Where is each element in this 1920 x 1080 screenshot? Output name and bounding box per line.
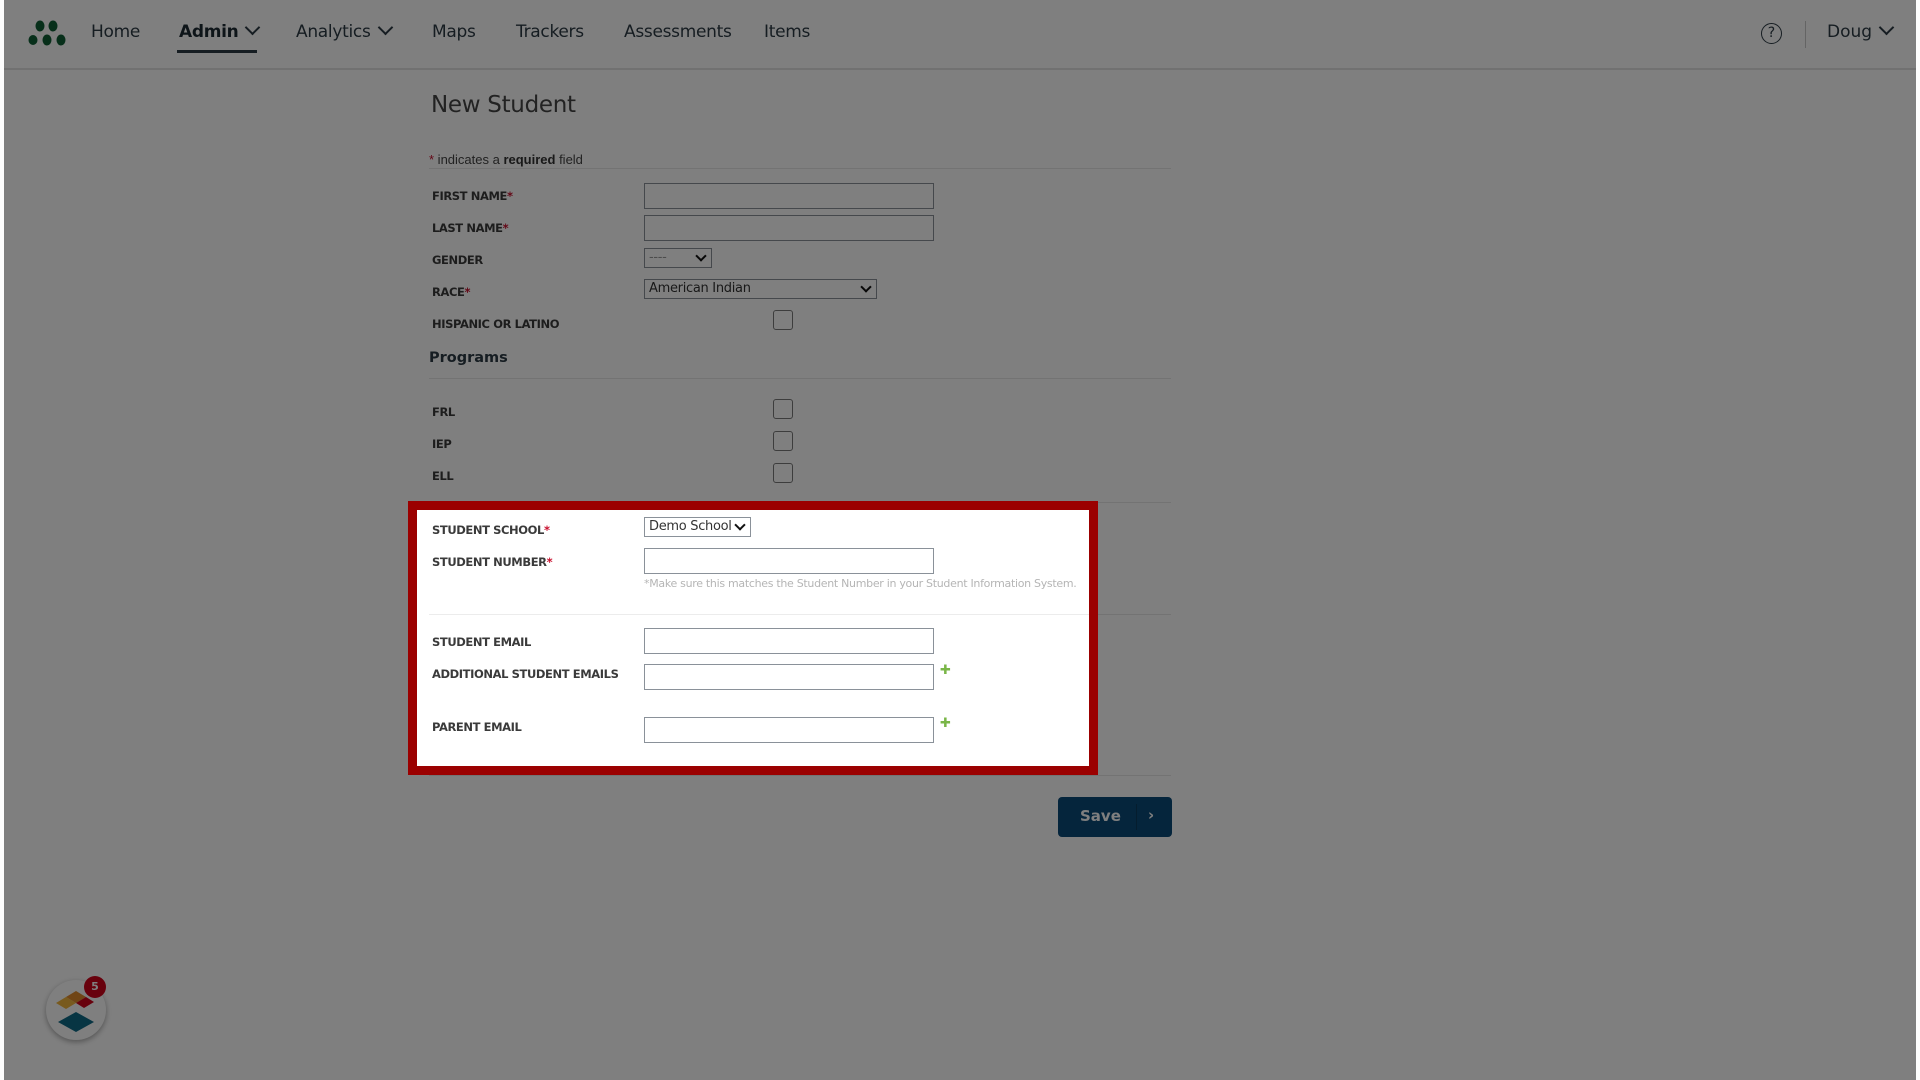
chevron-down-icon	[734, 519, 746, 531]
program-iep-checkbox[interactable]	[773, 431, 793, 451]
save-label: Save	[1080, 807, 1121, 825]
help-icon[interactable]: ?	[1761, 23, 1782, 44]
student-number-label: STUDENT NUMBER*	[432, 555, 553, 569]
nav-divider	[1805, 21, 1806, 48]
nav-admin[interactable]: Admin	[179, 19, 261, 42]
window-edge-right	[1916, 0, 1920, 1080]
chevron-down-icon	[860, 281, 872, 293]
nav-maps-label: Maps	[432, 22, 476, 42]
required-note-prefix: indicates a	[434, 152, 504, 167]
divider	[429, 775, 1171, 776]
additional-emails-input[interactable]	[644, 664, 934, 690]
student-email-input[interactable]	[644, 628, 934, 654]
program-frl-label: FRL	[432, 405, 455, 419]
save-divider	[1136, 804, 1137, 830]
chevron-down-icon	[245, 19, 261, 36]
race-select[interactable]: American Indian	[644, 279, 877, 299]
hispanic-label: HISPANIC OR LATINO	[432, 317, 560, 331]
user-name: Doug	[1827, 22, 1873, 42]
hispanic-checkbox[interactable]	[773, 310, 793, 330]
nav-home-label: Home	[91, 22, 141, 42]
nav-trackers-label: Trackers	[516, 22, 584, 42]
add-email-icon[interactable]: ✚	[940, 663, 951, 678]
chevron-down-icon	[377, 19, 393, 36]
programs-heading: Programs	[429, 350, 508, 366]
race-value: American Indian	[649, 281, 751, 296]
nav-assessments-label: Assessments	[624, 22, 732, 42]
add-parent-email-icon[interactable]: ✚	[940, 716, 951, 731]
nav-maps[interactable]: Maps	[432, 22, 476, 42]
required-note-suffix: field	[555, 152, 583, 167]
gender-select[interactable]: ----	[644, 248, 712, 268]
page-title: New Student	[431, 92, 576, 118]
notification-badge: 5	[84, 976, 106, 998]
divider	[429, 168, 1171, 169]
last-name-label: LAST NAME*	[432, 221, 509, 235]
divider	[429, 614, 1089, 615]
student-school-label: STUDENT SCHOOL*	[432, 523, 550, 537]
nav-items[interactable]: Items	[764, 22, 810, 42]
program-ell-label: ELL	[432, 469, 454, 483]
nav-analytics[interactable]: Analytics	[296, 19, 393, 42]
student-school-value: Demo School	[649, 519, 732, 534]
page: Home Admin Analytics Maps Trackers Asses…	[0, 0, 1920, 1080]
program-ell-checkbox[interactable]	[773, 463, 793, 483]
chevron-down-icon	[695, 250, 707, 262]
window-edge-left	[0, 0, 4, 1080]
student-number-input[interactable]	[644, 548, 934, 574]
user-menu[interactable]: Doug	[1827, 19, 1895, 42]
divider	[429, 502, 1171, 503]
nav-assessments[interactable]: Assessments	[624, 22, 732, 42]
student-school-select[interactable]: Demo School	[644, 517, 751, 537]
nav-items-label: Items	[764, 22, 811, 42]
first-name-input[interactable]	[644, 183, 934, 209]
parent-email-input[interactable]	[644, 717, 934, 743]
race-label: RACE*	[432, 285, 471, 299]
nav-analytics-label: Analytics	[296, 22, 371, 42]
chevron-right-icon: ›	[1148, 806, 1155, 824]
student-email-label: STUDENT EMAIL	[432, 635, 531, 649]
save-button[interactable]: Save ›	[1058, 797, 1172, 837]
nav-admin-label: Admin	[179, 22, 239, 42]
required-note-bold: required	[503, 152, 556, 167]
chevron-down-icon	[1878, 19, 1895, 36]
logo-icon[interactable]	[28, 20, 70, 48]
first-name-label: FIRST NAME*	[432, 189, 513, 203]
nav-trackers[interactable]: Trackers	[516, 22, 584, 42]
nav-home[interactable]: Home	[91, 22, 140, 42]
additional-emails-label: ADDITIONAL STUDENT EMAILS	[432, 667, 619, 681]
gender-value: ----	[649, 250, 667, 265]
top-nav: Home Admin Analytics Maps Trackers Asses…	[0, 0, 1920, 70]
required-note: * indicates a required field	[429, 152, 583, 167]
gender-label: GENDER	[432, 253, 483, 267]
divider	[429, 378, 1171, 379]
active-tab-indicator	[177, 50, 257, 53]
program-frl-checkbox[interactable]	[773, 399, 793, 419]
parent-email-label: PARENT EMAIL	[432, 720, 522, 734]
last-name-input[interactable]	[644, 215, 934, 241]
program-iep-label: IEP	[432, 437, 452, 451]
student-number-hint: *Make sure this matches the Student Numb…	[644, 577, 1077, 590]
